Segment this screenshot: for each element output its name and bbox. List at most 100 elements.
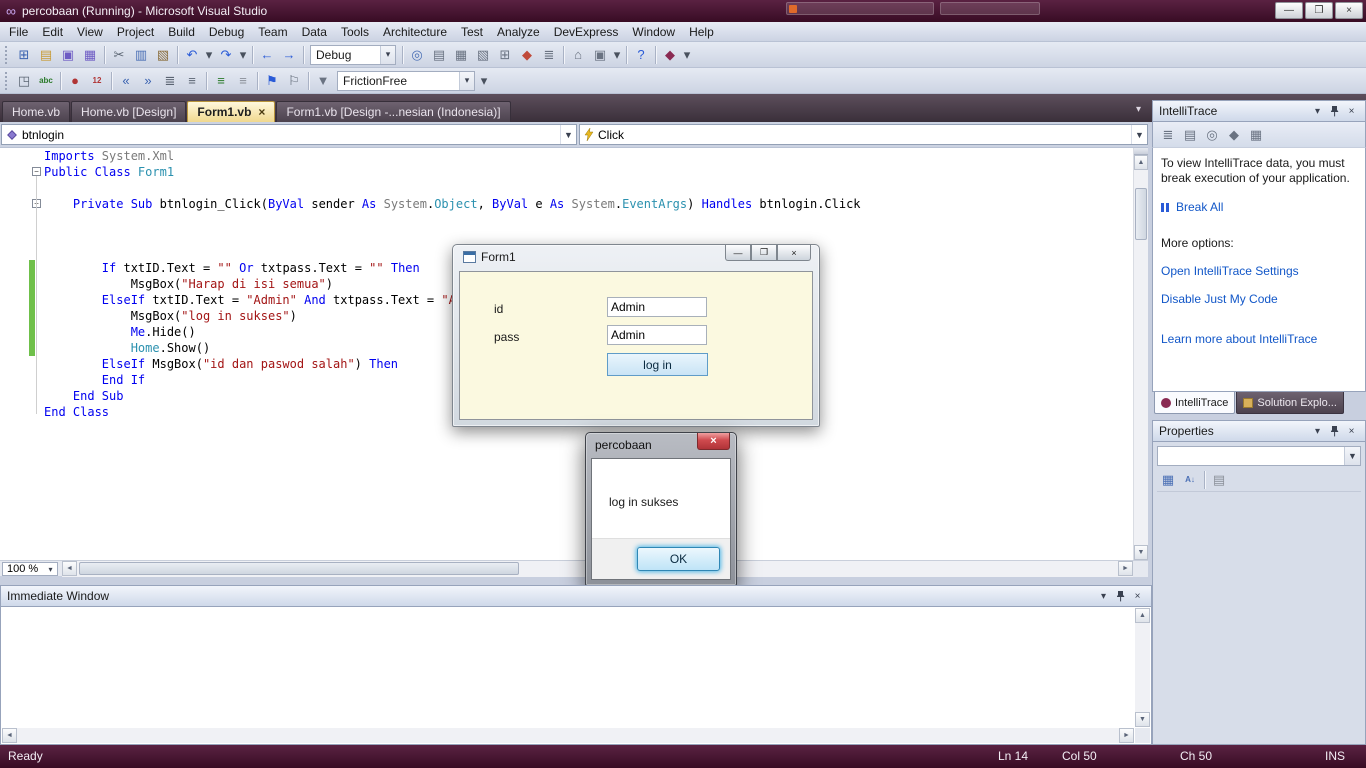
properties-window-icon[interactable]: ▦ [450,44,472,66]
document-list-dropdown-icon[interactable]: ▾ [1136,104,1141,115]
close-tab-icon[interactable]: × [258,106,265,118]
vertical-scrollbar[interactable]: ▲ ▼ [1133,148,1148,560]
window-position-icon[interactable]: ▾ [1310,106,1325,117]
menu-test[interactable]: Test [454,23,490,41]
scrollbar-thumb[interactable] [79,562,519,575]
frictionfree-combo[interactable]: FrictionFree ▾ [337,70,475,91]
menu-analyze[interactable]: Analyze [490,23,547,41]
immediate-input-area[interactable]: ▲ ▼ ◄ ► [0,607,1152,745]
immediate-window-icon[interactable]: ≣ [538,44,560,66]
filter-icon[interactable]: ◆ [1223,124,1245,146]
spell-check-icon[interactable]: abc [35,70,57,92]
insert-snippet-icon[interactable]: 12 [86,70,108,92]
collapse-region-icon[interactable]: − [32,167,41,176]
chevron-down-icon[interactable]: ▼ [1131,125,1147,144]
toolbox-icon[interactable]: ⊞ [494,44,516,66]
disable-just-my-code-link[interactable]: Disable Just My Code [1161,292,1357,306]
toolbar-options-icon[interactable]: ▾ [478,70,490,92]
chevron-down-icon[interactable]: ▾ [380,45,395,64]
decrease-indent-icon[interactable]: « [115,70,137,92]
scroll-down-icon[interactable]: ▼ [1135,712,1150,727]
minimize-button[interactable]: — [1275,2,1303,19]
menu-build[interactable]: Build [161,23,202,41]
form1-close-button[interactable]: × [777,245,811,261]
settings-icon[interactable]: ▦ [1245,124,1267,146]
chevron-down-icon[interactable]: ▼ [560,125,576,144]
redo-dropdown-icon[interactable]: ▾ [237,44,249,66]
open-intellitrace-settings-link[interactable]: Open IntelliTrace Settings [1161,264,1357,278]
previous-bookmark-icon[interactable]: ⚐ [283,70,305,92]
comment-icon[interactable]: ≡ [210,70,232,92]
intellitrace-tab[interactable]: IntelliTrace [1154,392,1236,414]
solution-explorer-tab[interactable]: Solution Explo... [1236,392,1344,414]
paste-icon[interactable]: ▧ [152,44,174,66]
add-item-icon[interactable]: ⊞ [13,44,35,66]
toolbar-grip[interactable] [5,45,9,64]
menu-architecture[interactable]: Architecture [376,23,454,41]
toggle-bookmark-icon[interactable]: ⚑ [261,70,283,92]
id-textbox[interactable] [607,297,707,317]
open-file-icon[interactable]: ▤ [35,44,57,66]
save-all-icon[interactable]: ▦ [79,44,101,66]
start-page-icon[interactable]: ⌂ [567,44,589,66]
property-pages-icon[interactable]: ▤ [1208,469,1230,491]
menu-project[interactable]: Project [110,23,161,41]
menu-edit[interactable]: Edit [35,23,70,41]
pass-textbox[interactable] [607,325,707,345]
filter-icon[interactable]: ▼ [312,70,334,92]
new-window-icon[interactable]: ▣ [589,44,611,66]
scrollbar-thumb[interactable] [1135,188,1147,240]
alphabetical-icon[interactable]: A↓ [1179,469,1201,491]
scroll-left-icon[interactable]: ◄ [62,561,77,576]
numbered-list-icon[interactable]: ≡ [181,70,203,92]
pin-icon[interactable] [1113,590,1128,602]
solution-configurations-combo[interactable]: Debug ▾ [310,44,396,65]
close-icon[interactable]: × [1344,426,1359,437]
threads-list-icon[interactable]: ≣ [1157,124,1179,146]
toolbar-grip[interactable] [5,71,9,90]
cut-icon[interactable]: ✂ [108,44,130,66]
box-selection-icon[interactable]: ◳ [13,70,35,92]
save-icon[interactable]: ▣ [57,44,79,66]
scroll-left-icon[interactable]: ◄ [2,728,17,743]
learn-more-intellitrace-link[interactable]: Learn more about IntelliTrace [1161,332,1357,346]
window-position-icon[interactable]: ▾ [1096,591,1111,602]
document-tab-home-vb[interactable]: Home.vb [2,101,71,122]
maximize-button[interactable]: ❒ [1305,2,1333,19]
undo-dropdown-icon[interactable]: ▾ [203,44,215,66]
error-list-icon[interactable]: ◆ [516,44,538,66]
solution-explorer-icon[interactable]: ▤ [428,44,450,66]
splitter-handle[interactable] [1134,148,1148,155]
close-icon[interactable]: × [1130,591,1145,602]
window-position-icon[interactable]: ▾ [1310,426,1325,437]
object-browser-icon[interactable]: ▧ [472,44,494,66]
navigate-forward-icon[interactable]: → [278,44,300,66]
menu-debug[interactable]: Debug [202,23,251,41]
redo-icon[interactable]: ↷ [215,44,237,66]
document-tab-form1-vb[interactable]: Form1.vb × [187,101,276,122]
menu-view[interactable]: View [70,23,110,41]
pin-icon[interactable] [1327,425,1342,437]
uncomment-icon[interactable]: ≡ [232,70,254,92]
close-button[interactable]: × [1335,2,1363,19]
zoom-combo[interactable]: 100 % ▾ [2,562,58,576]
break-all-link[interactable]: Break All [1161,200,1357,214]
scroll-down-icon[interactable]: ▼ [1134,545,1148,560]
feedback-icon[interactable]: ◆ [659,44,681,66]
event-combo[interactable]: Click ▼ [579,124,1148,145]
login-button[interactable]: log in [607,353,708,376]
chevron-down-icon[interactable]: ▾ [44,565,57,574]
toolbar-options-icon[interactable]: ▾ [611,44,623,66]
menu-devexpress[interactable]: DevExpress [547,23,626,41]
menu-file[interactable]: File [2,23,35,41]
pin-icon[interactable] [1327,105,1342,117]
undo-icon[interactable]: ↶ [181,44,203,66]
scroll-right-icon[interactable]: ► [1118,561,1133,576]
horizontal-scrollbar[interactable]: ◄ ► [2,728,1134,743]
toolbar-options-icon[interactable]: ▾ [681,44,693,66]
menu-help[interactable]: Help [682,23,721,41]
form1-maximize-button[interactable]: ❒ [751,245,777,261]
close-icon[interactable]: × [1344,106,1359,117]
bullet-list-icon[interactable]: ≣ [159,70,181,92]
categorized-icon[interactable]: ▦ [1157,469,1179,491]
